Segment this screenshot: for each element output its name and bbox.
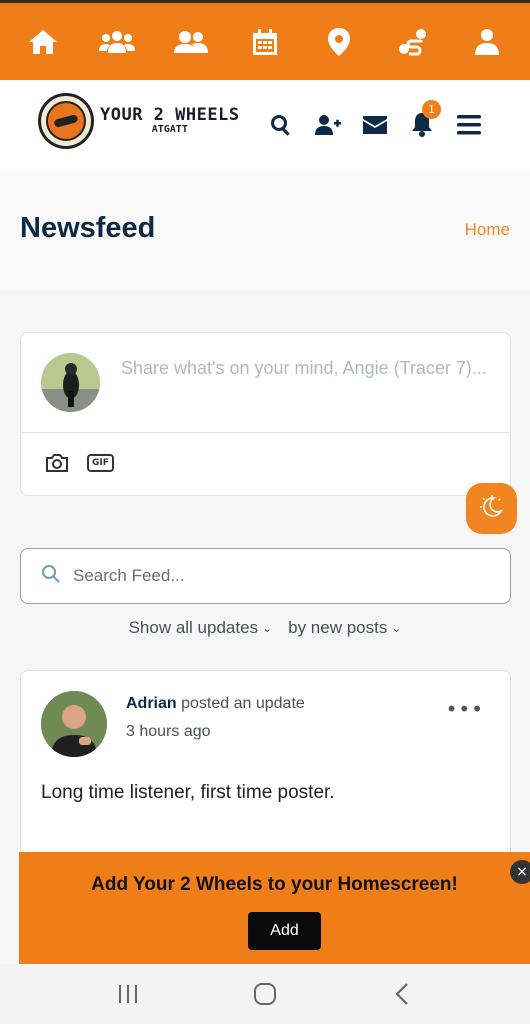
back-icon[interactable] (382, 974, 422, 1014)
camera-icon[interactable] (45, 453, 69, 473)
messages-icon[interactable] (351, 110, 398, 140)
logo-subtitle: ATGATT (151, 124, 188, 135)
chevron-down-icon: ⌄ (391, 621, 402, 635)
gif-icon: GIF (87, 454, 114, 472)
home-icon[interactable] (23, 22, 63, 62)
composer-placeholder[interactable]: Share what's on your mind, Angie (Tracer… (121, 353, 501, 383)
show-filter-label: Show all updates (128, 618, 259, 637)
page-title: Newsfeed (20, 212, 156, 244)
notification-badge: 1 (422, 100, 441, 119)
activity-post: Adrian posted an update 3 hours ago ••• … (20, 670, 511, 870)
top-navigation (0, 0, 530, 80)
feed-filters: Show all updates ⌄ by new posts ⌄ (0, 618, 530, 638)
search-feed (20, 548, 511, 604)
notifications-icon[interactable]: 1 (398, 100, 445, 140)
recent-apps-icon[interactable] (108, 974, 148, 1014)
post-author-link[interactable]: Adrian (126, 695, 177, 712)
search-icon (41, 564, 61, 588)
page-header: Newsfeed Home (0, 170, 530, 290)
gif-button[interactable]: GIF (87, 454, 114, 472)
sort-filter-label: by new posts (288, 618, 388, 637)
post-content: Long time listener, first time poster. (41, 782, 335, 803)
logo-title: YOUR 2 WHEELS (100, 105, 240, 125)
site-header: YOUR 2 WHEELS ATGATT 1 (0, 80, 530, 170)
add-friend-icon[interactable] (304, 110, 351, 140)
composer-tools: GIF (45, 453, 132, 473)
add-button[interactable]: Add (248, 912, 321, 950)
header-actions: 1 (257, 100, 492, 140)
breadcrumb-home[interactable]: Home (465, 220, 510, 240)
system-navigation (0, 964, 530, 1024)
close-icon[interactable]: × (510, 860, 530, 884)
sort-filter-dropdown[interactable]: by new posts ⌄ (288, 618, 401, 638)
show-filter-dropdown[interactable]: Show all updates ⌄ (129, 618, 273, 638)
composer-divider (21, 432, 510, 433)
install-banner: Add Your 2 Wheels to your Homescreen! Ad… (19, 852, 530, 964)
dark-mode-toggle[interactable] (466, 483, 517, 534)
search-input[interactable] (73, 566, 473, 586)
map-pin-icon[interactable] (319, 22, 359, 62)
avatar[interactable] (41, 353, 100, 412)
logo-emblem (38, 93, 94, 149)
post-timestamp[interactable]: 3 hours ago (126, 723, 305, 741)
groups-icon[interactable] (97, 22, 137, 62)
home-button-icon[interactable] (245, 974, 285, 1014)
chevron-down-icon: ⌄ (262, 621, 273, 635)
install-message: Add Your 2 Wheels to your Homescreen! (91, 874, 458, 895)
calendar-icon[interactable] (245, 22, 285, 62)
profile-icon[interactable] (467, 22, 507, 62)
search-icon[interactable] (257, 110, 304, 140)
post-action: posted an update (181, 695, 305, 712)
moon-icon (479, 494, 505, 524)
status-composer: Share what's on your mind, Angie (Tracer… (20, 332, 511, 496)
members-icon[interactable] (171, 22, 211, 62)
menu-icon[interactable] (445, 110, 492, 140)
site-logo[interactable]: YOUR 2 WHEELS ATGATT (38, 93, 240, 149)
author-avatar[interactable] (41, 691, 107, 757)
more-options-icon[interactable]: ••• (446, 697, 484, 721)
route-icon[interactable] (393, 22, 433, 62)
